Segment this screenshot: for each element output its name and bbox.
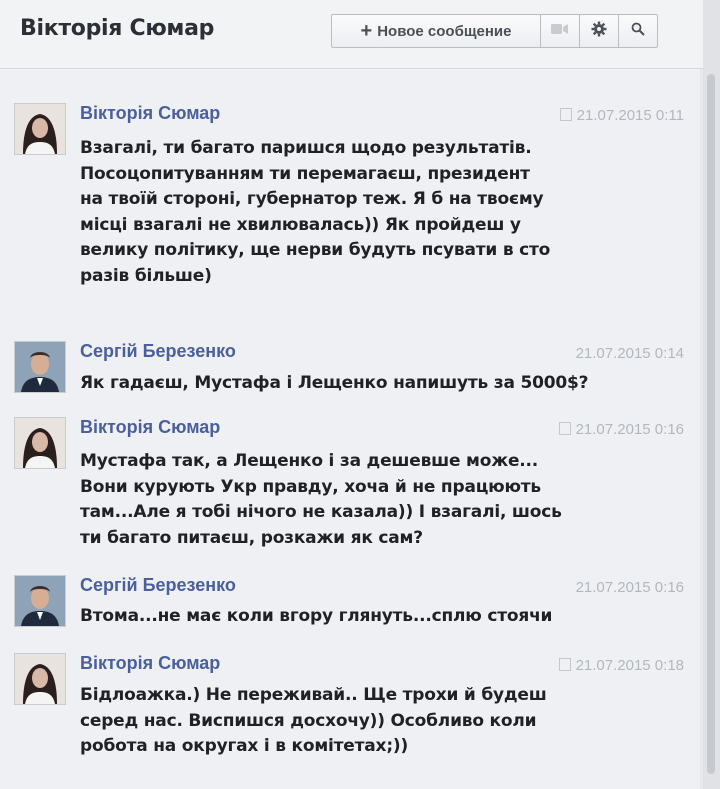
scrollbar-thumb[interactable] [707,74,715,774]
gear-icon [591,21,607,42]
message-timestamp: 21.07.2015 0:11 [559,107,684,124]
search-icon [631,22,645,41]
message-item: Вікторія Сюмар 21.07.2015 0:18 Бідлоажка… [0,653,700,773]
message-text: Бідлоажка.) Не переживай.. Ще трохи й бу… [80,683,600,760]
message-timestamp: 21.07.2015 0:18 [558,657,684,674]
message-line: робота на округах і в комітетах;)) [80,736,409,756]
message-text: Втома...не має коли вгору глянуть...сплю… [80,604,640,630]
video-icon [551,22,569,40]
message-author[interactable]: Вікторія Сюмар [80,417,220,438]
message-line: серед нас. Виспишся досхочу)) Особливо к… [80,710,537,731]
message-item: Вікторія Сюмар 21.07.2015 0:16 Мустафа т… [0,417,700,567]
message-author[interactable]: Вікторія Сюмар [80,103,220,124]
message-line: Вони курують Укр правду, хоча й не працю… [80,476,541,497]
message-line: на твоїй стороні, губернатор теж. Я б на… [80,189,544,209]
timestamp-text: 21.07.2015 0:18 [575,657,684,674]
select-checkbox[interactable] [558,422,571,435]
message-timestamp: 21.07.2015 0:16 [558,421,684,438]
plus-icon: + [360,19,373,42]
avatar-female[interactable] [14,417,66,469]
new-message-label: Новое сообщение [377,22,512,40]
timestamp-text: 21.07.2015 0:11 [576,107,684,124]
timestamp-text: 21.07.2015 0:16 [575,421,684,438]
message-author[interactable]: Вікторія Сюмар [80,653,220,674]
message-item: Сергій Березенко 21.07.2015 0:14 Як гада… [0,341,700,401]
select-checkbox[interactable] [559,108,572,121]
toolbar: + Новое сообщение [331,14,658,48]
conversation-title: Вікторія Сюмар [20,16,215,41]
search-button[interactable] [618,14,658,48]
avatar-male[interactable] [14,575,66,627]
message-line: ти багато питаєш, розкажи як сам? [80,527,423,548]
message-text: Як гадаєш, Мустафа і Лещенко напишуть за… [80,371,640,397]
avatar-female[interactable] [14,103,66,155]
timestamp-text: 21.07.2015 0:16 [575,579,684,596]
message-line: разів більше) [80,265,212,286]
message-timestamp: 21.07.2015 0:16 [576,579,684,596]
message-item: Вікторія Сюмар 21.07.2015 0:11 Взагалі, … [0,103,700,313]
timestamp-text: 21.07.2015 0:14 [575,345,684,362]
avatar-male[interactable] [14,341,66,393]
message-line: Мустафа так, а Лещенко і за дешевше може… [80,451,539,471]
video-call-button[interactable] [540,14,580,48]
message-line: Бідлоажка.) Не переживай.. Ще трохи й бу… [80,685,547,705]
message-text: Мустафа так, а Лещенко і за дешевше може… [80,449,600,551]
settings-button[interactable] [579,14,619,48]
message-timestamp: 21.07.2015 0:14 [576,345,684,362]
message-author[interactable]: Сергій Березенко [80,575,236,596]
select-checkbox[interactable] [558,658,571,671]
message-line: Взагалі, ти багато паришся щодо результа… [80,138,532,158]
message-line: велику політику, ще нерви будуть псувати… [80,240,551,260]
message-line: Як гадаєш, Мустафа і Лещенко напишуть за… [80,373,589,393]
message-line: місці взагалі не хвилювалась)) Як пройде… [80,214,521,235]
new-message-button[interactable]: + Новое сообщение [331,14,541,48]
message-line: там...Але я тобі нічого не казала)) І вз… [80,502,562,522]
message-feed: Вікторія Сюмар 21.07.2015 0:11 Взагалі, … [0,69,700,789]
message-author[interactable]: Сергій Березенко [80,341,236,362]
message-item: Сергій Березенко 21.07.2015 0:16 Втома..… [0,575,700,635]
message-line: Посоцопитуванням ти перемагаєш, президен… [80,163,530,184]
message-line: Втома...не має коли вгору глянуть...сплю… [80,606,553,626]
avatar-female[interactable] [14,653,66,705]
message-text: Взагалі, ти багато паришся щодо результа… [80,136,600,289]
conversation-header: Вікторія Сюмар + Новое сообщение [0,0,720,69]
